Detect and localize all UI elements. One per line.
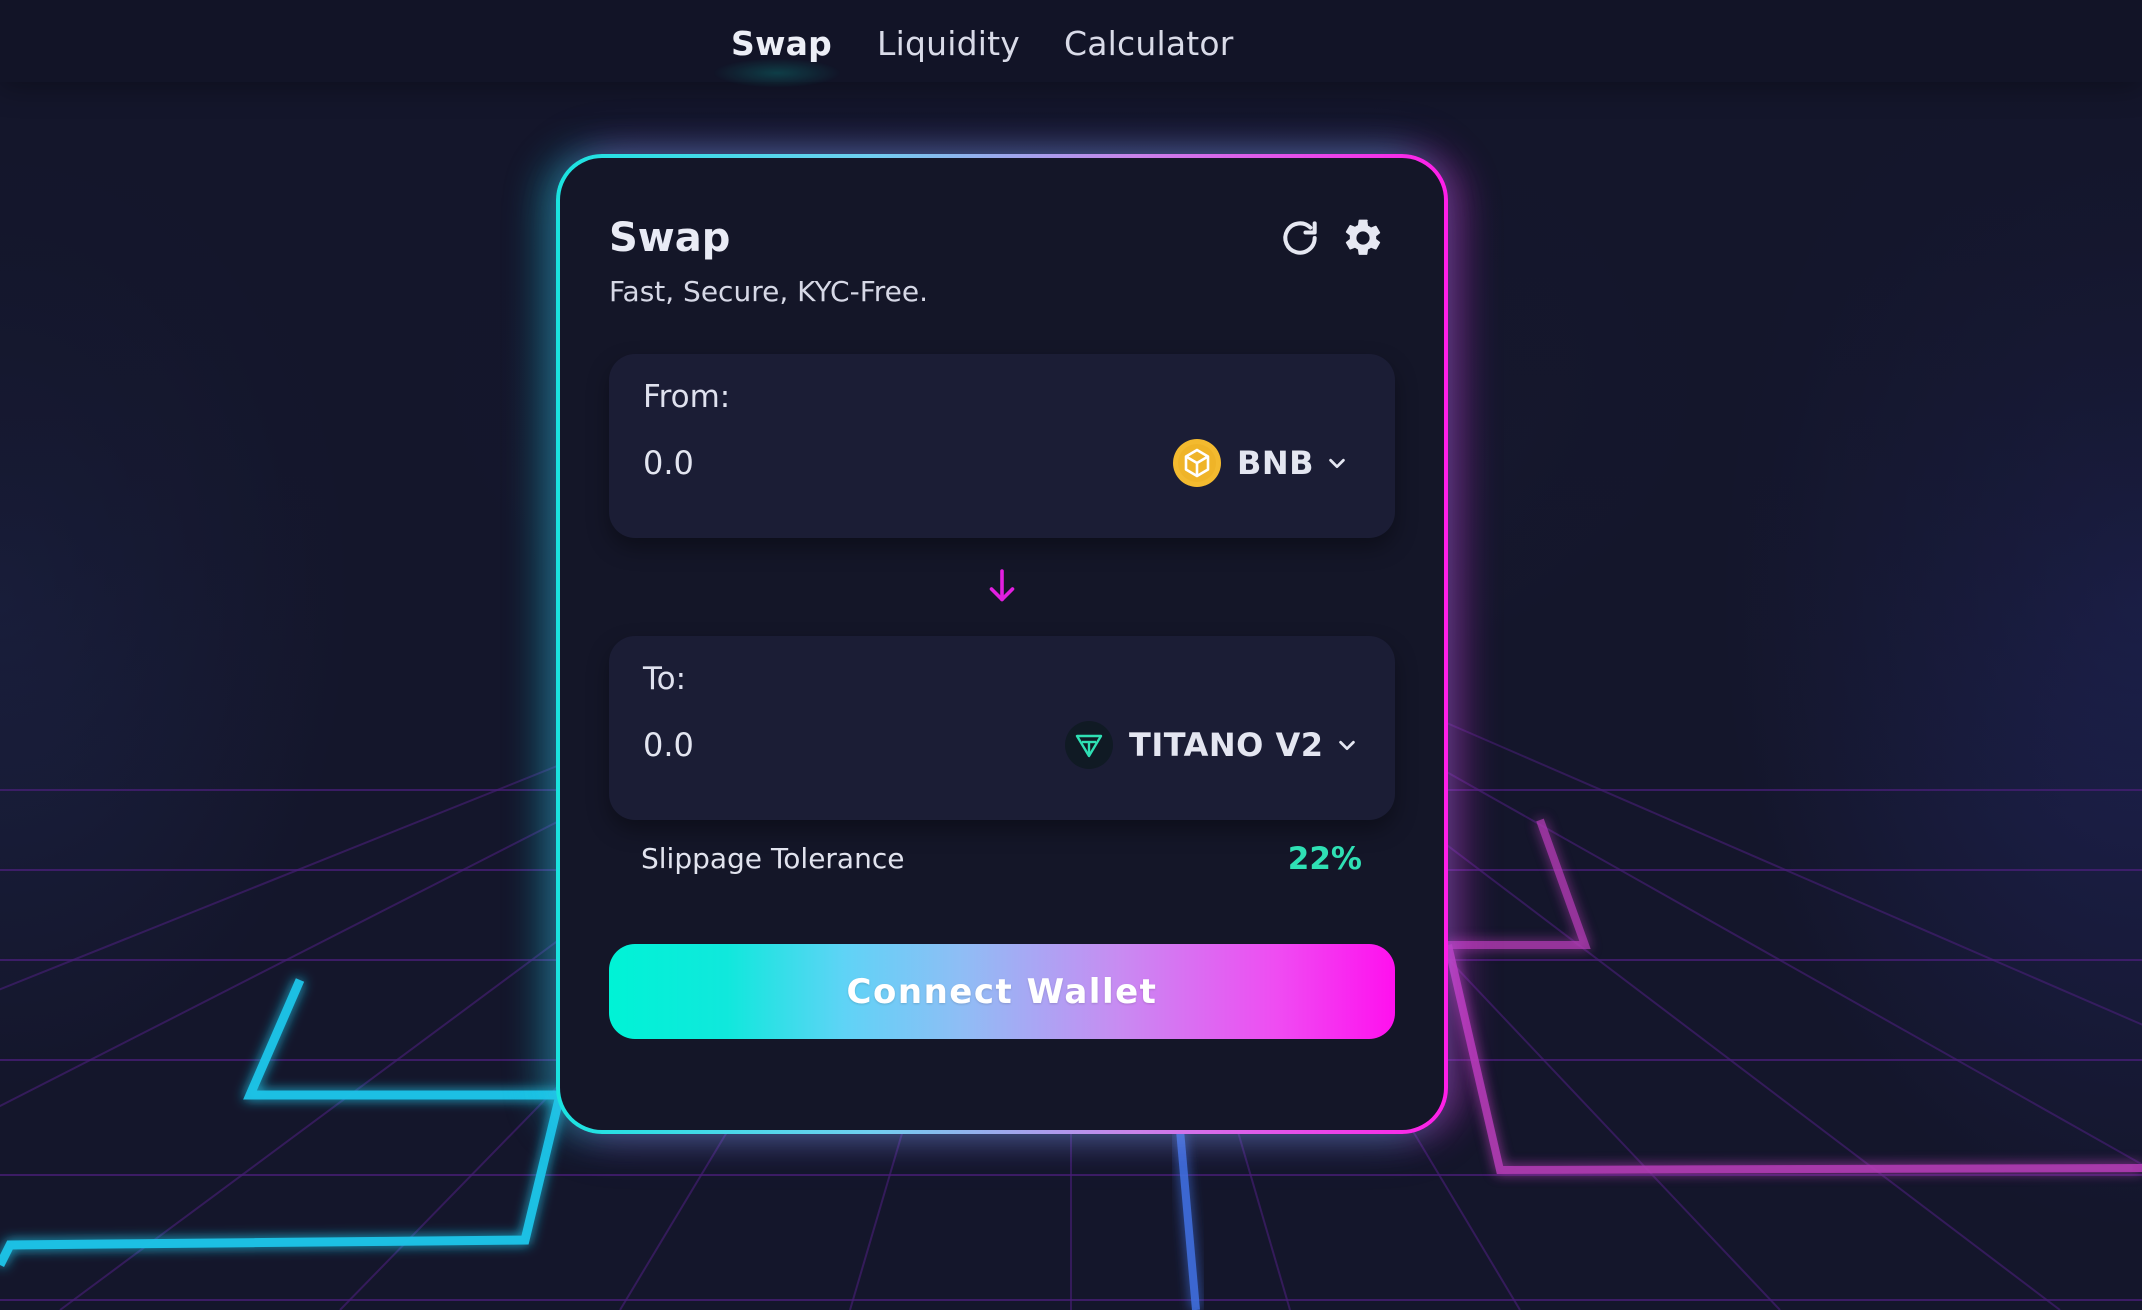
- settings-button[interactable]: [1339, 214, 1387, 262]
- to-token-symbol: TITANO V2: [1129, 726, 1324, 764]
- card-subtitle: Fast, Secure, KYC-Free.: [609, 275, 929, 308]
- from-panel: From: BNB: [609, 354, 1395, 538]
- tab-calculator[interactable]: Calculator: [1064, 20, 1234, 68]
- to-amount-input[interactable]: [643, 722, 943, 768]
- from-label: From:: [643, 379, 731, 415]
- from-amount-input[interactable]: [643, 440, 943, 486]
- connect-wallet-button[interactable]: Connect Wallet: [609, 944, 1395, 1039]
- titano-token-icon: [1065, 721, 1113, 769]
- top-navigation: Swap Liquidity Calculator: [0, 0, 2142, 88]
- chevron-down-icon: [1336, 734, 1358, 756]
- to-token-select[interactable]: TITANO V2: [1065, 716, 1358, 774]
- refresh-icon: [1283, 221, 1317, 255]
- slippage-label: Slippage Tolerance: [641, 842, 905, 875]
- from-token-symbol: BNB: [1237, 444, 1315, 482]
- swap-direction-button[interactable]: [984, 566, 1020, 606]
- card-title: Swap: [609, 215, 731, 261]
- tab-liquidity[interactable]: Liquidity: [877, 20, 1020, 68]
- gear-icon: [1345, 219, 1381, 255]
- from-token-select[interactable]: BNB: [1173, 434, 1348, 492]
- arrow-down-icon: [989, 569, 1015, 602]
- tab-swap[interactable]: Swap: [731, 20, 832, 68]
- chevron-down-icon: [1326, 452, 1348, 474]
- to-panel: To: TITANO V2: [609, 636, 1395, 820]
- refresh-button[interactable]: [1276, 214, 1324, 262]
- to-label: To:: [643, 661, 687, 697]
- bnb-token-icon: [1173, 439, 1221, 487]
- slippage-value[interactable]: 22%: [1270, 838, 1362, 880]
- app-stage: Swap Liquidity Calculator Swap Fast, Sec…: [0, 0, 2142, 1310]
